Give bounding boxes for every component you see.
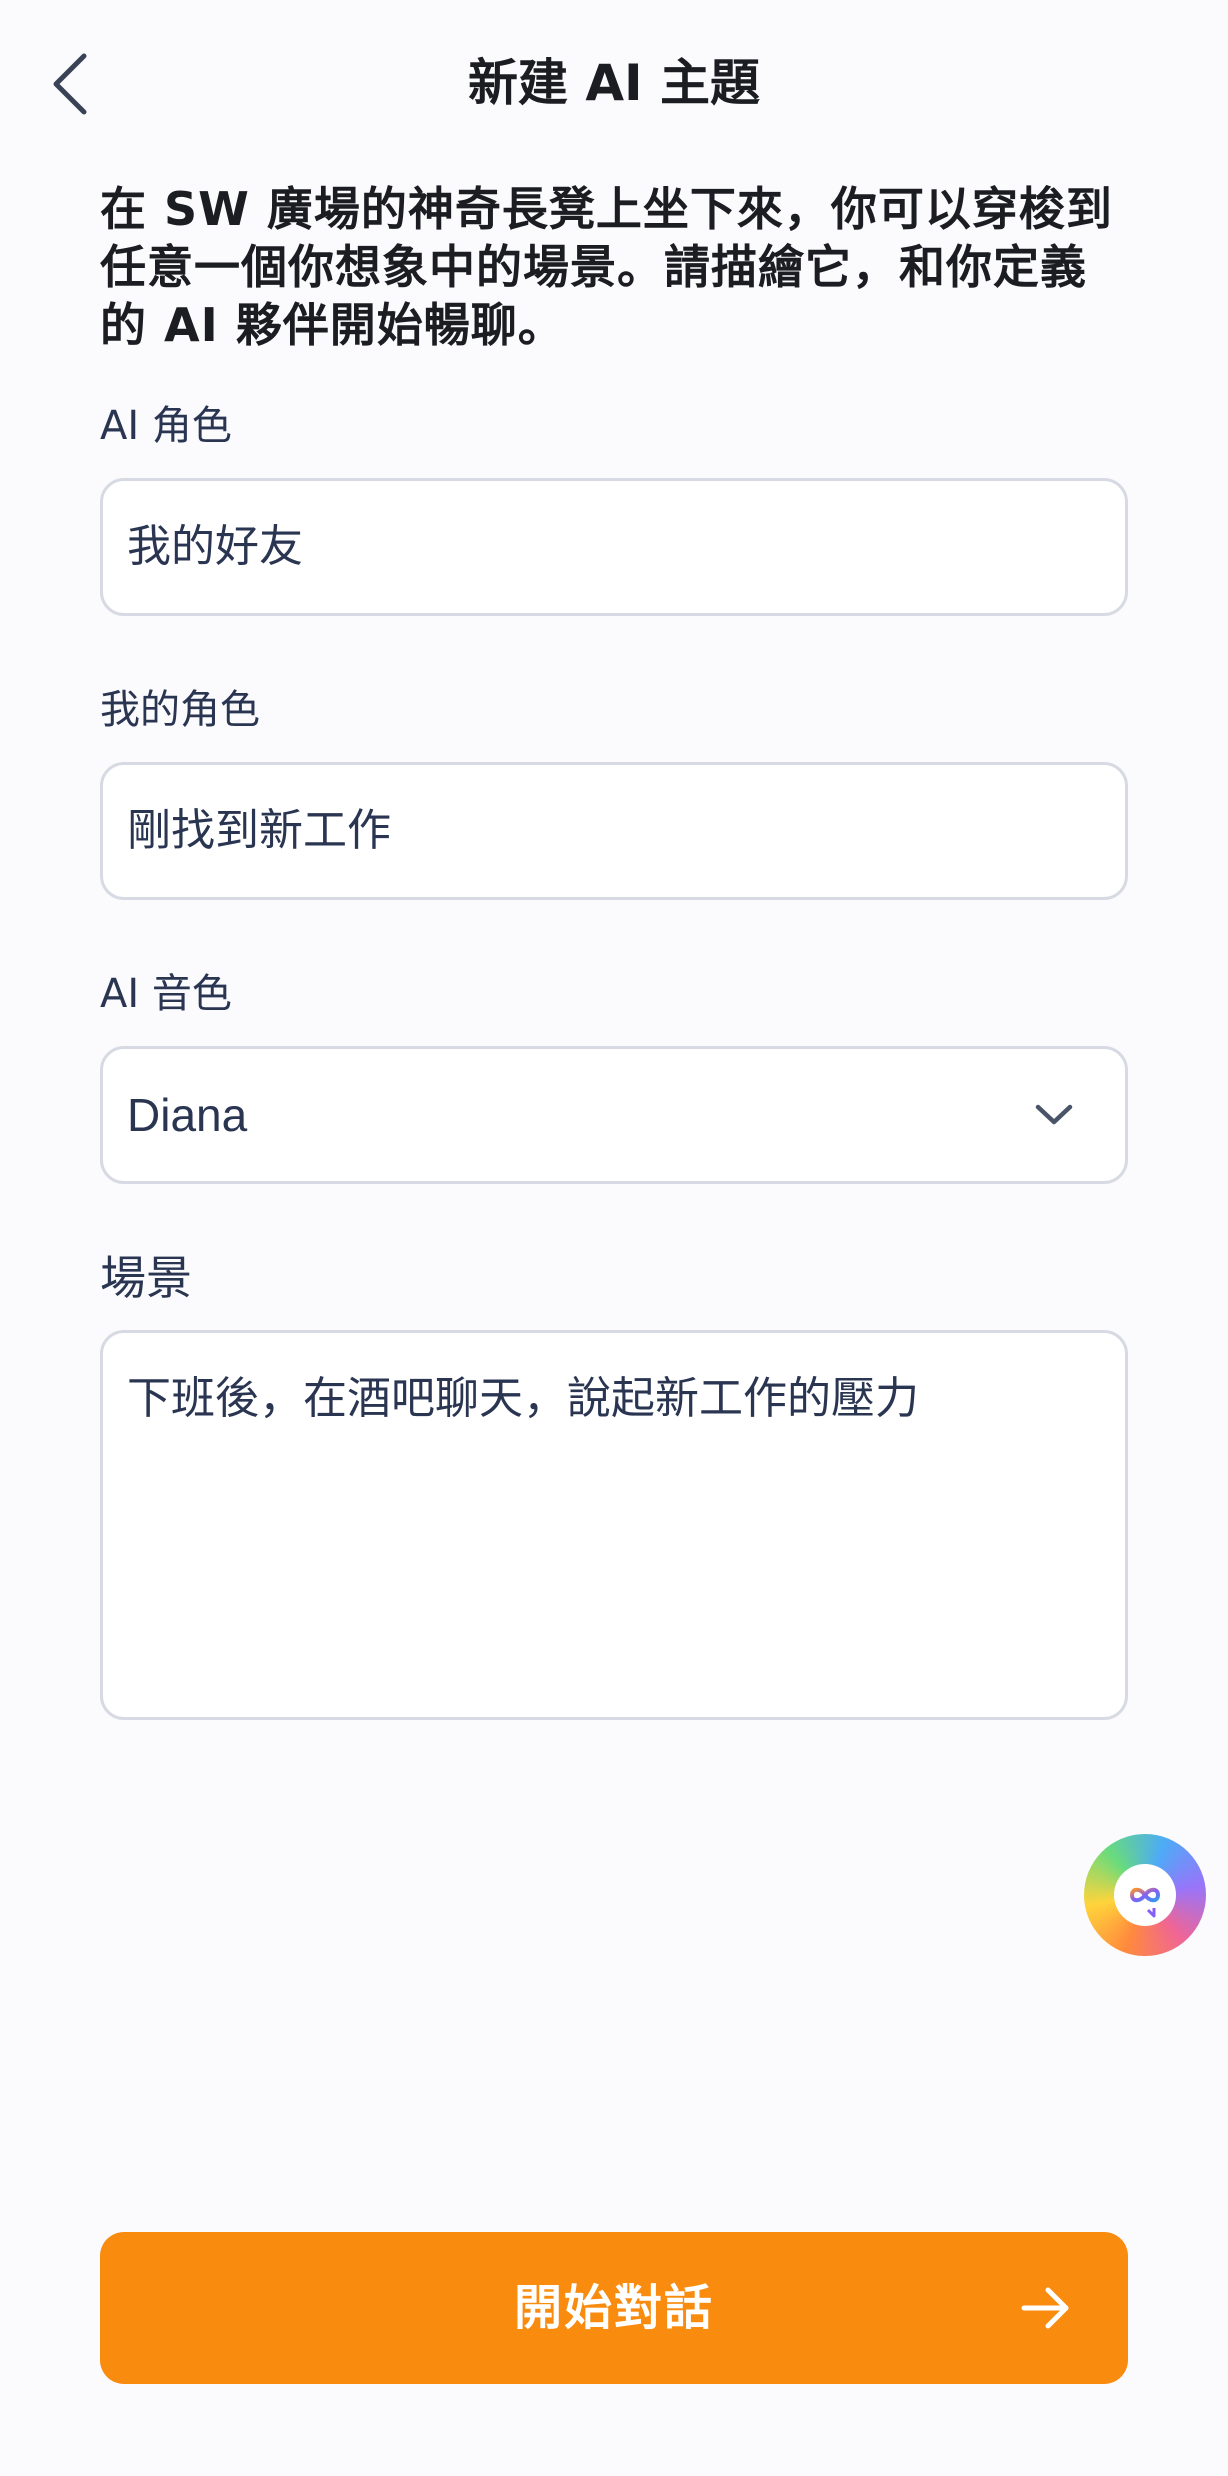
ai-role-label: AI 角色 bbox=[100, 403, 232, 449]
ai-role-input[interactable]: 我的好友 bbox=[100, 478, 1128, 616]
page-title: 新建 AI 主題 bbox=[467, 54, 761, 112]
ai-voice-value: Diana bbox=[127, 1089, 248, 1141]
ai-voice-select[interactable]: Diana bbox=[100, 1046, 1128, 1184]
infinity-chat-icon bbox=[1114, 1864, 1176, 1926]
start-chat-label: 開始對話 bbox=[513, 2280, 714, 2336]
ai-role-value: 我的好友 bbox=[127, 521, 303, 572]
assistant-button[interactable] bbox=[1084, 1834, 1206, 1956]
start-chat-button[interactable]: 開始對話 bbox=[100, 2232, 1128, 2384]
scene-textarea[interactable]: 下班後，在酒吧聊天，說起新工作的壓力 bbox=[100, 1330, 1128, 1720]
scene-label: 場景 bbox=[100, 1251, 192, 1305]
intro-text: 在 SW 廣場的神奇長凳上坐下來，你可以穿梭到任意一個你想象中的場景。請描繪它，… bbox=[100, 182, 1113, 352]
my-role-input[interactable]: 剛找到新工作 bbox=[100, 762, 1128, 900]
chevron-down-icon bbox=[1029, 1090, 1079, 1140]
scene-value: 下班後，在酒吧聊天，說起新工作的壓力 bbox=[127, 1373, 919, 1424]
my-role-value: 剛找到新工作 bbox=[127, 805, 391, 856]
my-role-label: 我的角色 bbox=[100, 687, 260, 733]
arrow-right-icon bbox=[1021, 2287, 1069, 2329]
header: 新建 AI 主題 bbox=[0, 0, 1228, 170]
ai-voice-label: AI 音色 bbox=[100, 971, 232, 1017]
